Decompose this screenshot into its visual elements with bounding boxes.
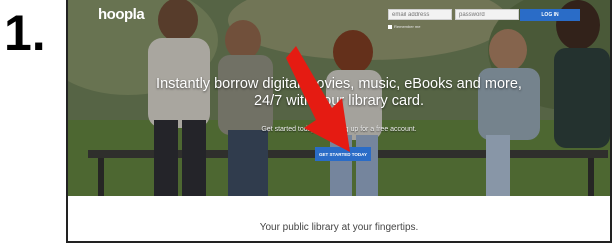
step-number: 1. (4, 5, 46, 61)
screenshot-frame: hoopla LOG IN Remember me Instantly borr… (66, 0, 612, 243)
red-arrow-icon (286, 46, 350, 152)
hero-banner: hoopla LOG IN Remember me Instantly borr… (68, 0, 610, 196)
page-tagline: Your public library at your fingertips. (259, 222, 419, 233)
